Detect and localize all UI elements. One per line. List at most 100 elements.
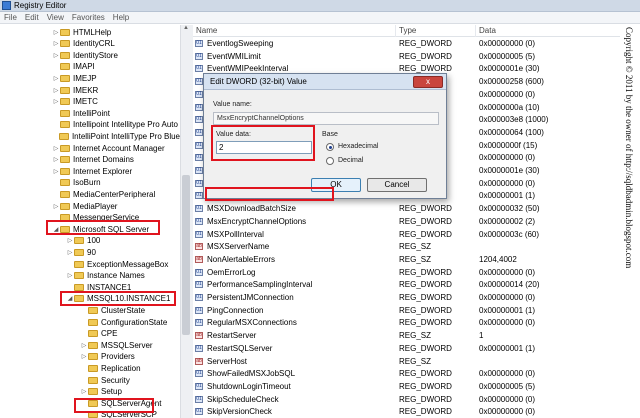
menu-view[interactable]: View <box>43 13 68 22</box>
registry-key-tree[interactable]: ▷ HTMLHelp ▷ IdentityCRL ▷ IdentityStore IMAPI… <box>0 25 191 418</box>
value-name: MSXDownloadBatchSize <box>207 204 296 214</box>
menu-edit[interactable]: Edit <box>21 13 43 22</box>
tree-item[interactable]: CPE <box>0 328 180 340</box>
tree-scroll-thumb[interactable] <box>182 175 190 335</box>
value-row[interactable]: 01 MSXDownloadBatchSize REG_DWORD 0x0000003… <box>193 203 640 214</box>
expand-arrow-icon[interactable]: ▷ <box>52 29 60 36</box>
tree-item[interactable]: ▷ Instance Names <box>0 270 180 282</box>
tree-item[interactable]: ▷ IdentityStore <box>0 49 180 61</box>
value-data: 0x00000000 (0) <box>479 39 536 48</box>
hexadecimal-label[interactable]: Hexadecimal <box>338 143 378 150</box>
binary-value-icon: 01 <box>195 370 203 378</box>
tree-scrollbar[interactable]: ▲ <box>180 25 190 418</box>
ok-button[interactable]: OK <box>311 178 361 192</box>
value-row[interactable]: 01 RestartSQLServer REG_DWORD 0x00000001 (1… <box>193 343 640 354</box>
menu-file[interactable]: File <box>0 13 21 22</box>
value-name: SkipScheduleCheck <box>207 394 279 404</box>
expand-arrow-icon[interactable]: ▷ <box>66 237 74 244</box>
expand-arrow-icon[interactable]: ▷ <box>52 145 60 152</box>
tree-item[interactable]: ▷ HTMLHelp <box>0 26 180 38</box>
tree-item[interactable]: MessengerService <box>0 212 180 224</box>
value-data-input[interactable]: 2 <box>216 141 312 154</box>
tree-item[interactable]: ▷ 90 <box>0 246 180 258</box>
column-header-type[interactable]: Type <box>396 25 476 37</box>
tree-item[interactable]: ◢ MSSQL10.INSTANCE1 <box>0 293 180 305</box>
value-data-label: Value data: <box>216 131 251 138</box>
tree-item[interactable]: ▷ IMETC <box>0 96 180 108</box>
expand-arrow-icon[interactable]: ▷ <box>66 272 74 279</box>
folder-icon <box>60 74 70 82</box>
hexadecimal-radio[interactable] <box>326 143 334 151</box>
value-row[interactable]: ab RestartServer REG_SZ 1 <box>193 330 640 341</box>
expand-arrow-icon[interactable]: ▷ <box>52 203 60 210</box>
tree-item[interactable]: Security <box>0 374 180 386</box>
value-type: REG_DWORD <box>399 229 452 239</box>
expand-arrow-icon[interactable]: ◢ <box>52 226 60 233</box>
tree-item[interactable]: SQLServerSCP <box>0 409 180 418</box>
tree-item[interactable]: ExceptionMessageBox <box>0 258 180 270</box>
tree-item[interactable]: ▷ Internet Explorer <box>0 165 180 177</box>
cancel-button[interactable]: Cancel <box>367 178 427 192</box>
expand-arrow-icon[interactable]: ▷ <box>52 98 60 105</box>
tree-item[interactable]: ▷ 100 <box>0 235 180 247</box>
dialog-close-button[interactable]: x <box>413 76 443 88</box>
value-row[interactable]: 01 PerformanceSamplingInterval REG_DWORD 0x… <box>193 279 640 290</box>
tree-item[interactable]: IsoBurn <box>0 177 180 189</box>
tree-item[interactable]: ▷ IMEJP <box>0 72 180 84</box>
value-row[interactable]: 01 ShutdownLoginTimeout REG_DWORD 0x0000000… <box>193 381 640 392</box>
value-row[interactable]: 01 EventlogSweeping REG_DWORD 0x00000000 (0… <box>193 38 640 49</box>
value-row[interactable]: 01 MSXPollInterval REG_DWORD 0x0000003c (60… <box>193 229 640 240</box>
value-row[interactable]: 01 SkipScheduleCheck REG_DWORD 0x00000000 (… <box>193 394 640 405</box>
tree-item[interactable]: INSTANCE1 <box>0 281 180 293</box>
expand-arrow-icon[interactable]: ◢ <box>66 295 74 302</box>
tree-item[interactable]: ▷ IMEKR <box>0 84 180 96</box>
value-row[interactable]: 01 PingConnection REG_DWORD 0x00000001 (1) <box>193 305 640 316</box>
decimal-radio[interactable] <box>326 157 334 165</box>
expand-arrow-icon[interactable]: ▷ <box>80 342 88 349</box>
tree-item[interactable]: ConfigurationState <box>0 316 180 328</box>
column-header-name[interactable]: Name <box>193 25 396 37</box>
value-row[interactable]: 01 MsxEncryptChannelOptions REG_DWORD 0x000… <box>193 216 640 227</box>
tree-item[interactable]: ◢ Microsoft SQL Server <box>0 223 180 235</box>
expand-arrow-icon[interactable]: ▷ <box>80 388 88 395</box>
menu-favorites[interactable]: Favorites <box>68 13 109 22</box>
tree-item[interactable]: ▷ Setup <box>0 386 180 398</box>
value-row[interactable]: 01 PersistentJMConnection REG_DWORD 0x00000… <box>193 292 640 303</box>
tree-item[interactable]: SQLServerAgent <box>0 397 180 409</box>
tree-item[interactable]: ▷ Internet Domains <box>0 154 180 166</box>
value-row[interactable]: 01 OemErrorLog REG_DWORD 0x00000000 (0) <box>193 267 640 278</box>
value-row[interactable]: ab ServerHost REG_SZ <box>193 356 640 367</box>
menu-help[interactable]: Help <box>109 13 133 22</box>
expand-arrow-icon[interactable]: ▷ <box>80 353 88 360</box>
tree-item[interactable]: MediaCenterPeripheral <box>0 188 180 200</box>
value-row[interactable]: ab NonAlertableErrors REG_SZ 1204,4002 <box>193 254 640 265</box>
value-row[interactable]: ab MSXServerName REG_SZ <box>193 241 640 252</box>
tree-item[interactable]: ▷ IdentityCRL <box>0 38 180 50</box>
tree-item[interactable]: ClusterState <box>0 304 180 316</box>
tree-item[interactable]: ▷ Internet Account Manager <box>0 142 180 154</box>
tree-item[interactable]: IMAPI <box>0 61 180 73</box>
expand-arrow-icon[interactable]: ▷ <box>66 249 74 256</box>
tree-item[interactable]: Replication <box>0 362 180 374</box>
column-header-data[interactable]: Data <box>476 25 640 37</box>
tree-item[interactable]: Intellipoint Intellitype Pro Auto <box>0 119 180 131</box>
value-row[interactable]: 01 ShowFailedMSXJobSQL REG_DWORD 0x00000000… <box>193 368 640 379</box>
tree-item[interactable]: ▷ MSSQLServer <box>0 339 180 351</box>
expand-arrow-icon[interactable]: ▷ <box>52 75 60 82</box>
value-row[interactable]: 01 RegularMSXConnections REG_DWORD 0x000000… <box>193 317 640 328</box>
binary-value-icon: 01 <box>195 408 203 416</box>
expand-arrow-icon[interactable]: ▷ <box>52 40 60 47</box>
tree-item[interactable]: IntelliPoint <box>0 107 180 119</box>
expand-arrow-icon[interactable]: ▷ <box>52 87 60 94</box>
value-row[interactable]: 01 SkipVersionCheck REG_DWORD 0x00000000 (0… <box>193 406 640 417</box>
expand-arrow-icon[interactable]: ▷ <box>52 156 60 163</box>
tree-item[interactable]: ▷ MediaPlayer <box>0 200 180 212</box>
tree-item[interactable]: ▷ Providers <box>0 351 180 363</box>
expand-arrow-icon[interactable]: ▷ <box>52 52 60 59</box>
value-name: NonAlertableErrors <box>207 254 276 264</box>
value-data: 0x00000258 (600) <box>479 77 544 87</box>
expand-arrow-icon[interactable]: ▷ <box>52 168 60 175</box>
decimal-label[interactable]: Decimal <box>338 157 363 164</box>
value-row[interactable]: 01 EventWMILimit REG_DWORD 0x00000005 (5) <box>193 51 640 62</box>
tree-item[interactable]: IntelliPoint IntelliType Pro Blue <box>0 130 180 142</box>
